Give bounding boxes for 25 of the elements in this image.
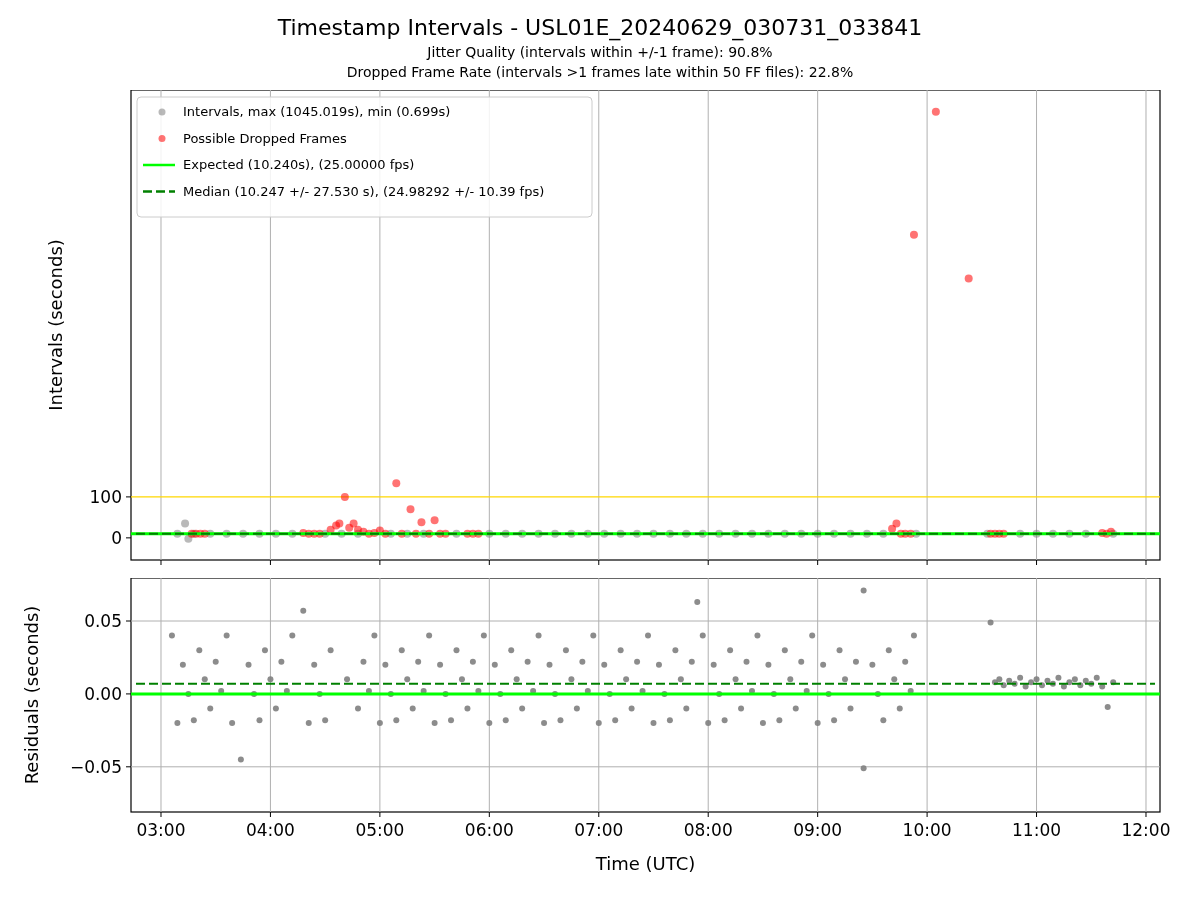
legend-label: Intervals, max (1045.019s), min (0.699s) (183, 104, 451, 119)
axis-tick-label: 03:00 (136, 820, 186, 840)
axis-title: Intervals (seconds) (45, 239, 66, 411)
axis-tick-label: 10:00 (902, 820, 952, 840)
axis-tick-label: 07:00 (574, 820, 624, 840)
axis-tick-label: 04:00 (245, 820, 295, 840)
legend-label: Expected (10.240s), (25.00000 fps) (183, 157, 415, 172)
chart-subtitle: Jitter Quality (intervals within +/-1 frame): 90.8% (427, 43, 773, 62)
axis-tick-label: 06:00 (464, 820, 514, 840)
legend-label: Possible Dropped Frames (183, 130, 347, 146)
axis-tick-label: 12:00 (1121, 820, 1171, 840)
axis-title: Residuals (seconds) (21, 605, 42, 785)
axis-tick-label: 0 (111, 527, 122, 548)
axis-tick-label: 11:00 (1012, 820, 1062, 840)
axis-tick-label: 08:00 (683, 820, 733, 840)
axis-tick-label: 0.00 (84, 683, 122, 704)
axis-tick-label: 0.05 (84, 611, 122, 631)
axis-title: Time (UTC) (595, 853, 696, 874)
axis-tick-label: 100 (89, 486, 122, 507)
axis-tick-label: 09:00 (793, 820, 843, 840)
legend-label: Median (10.247 +/- 27.530 s), (24.98292 +/- 10.39 fps) (183, 183, 545, 199)
chart-title: Timestamp Intervals - USL01E_20240629_030731_033841 (277, 14, 923, 42)
axis-tick-label: −0.05 (69, 756, 122, 777)
chart-subtitle: Dropped Frame Rate (intervals >1 frames late within 50 FF files): 22.8% (346, 63, 854, 82)
axis-tick-label: 05:00 (355, 820, 405, 840)
